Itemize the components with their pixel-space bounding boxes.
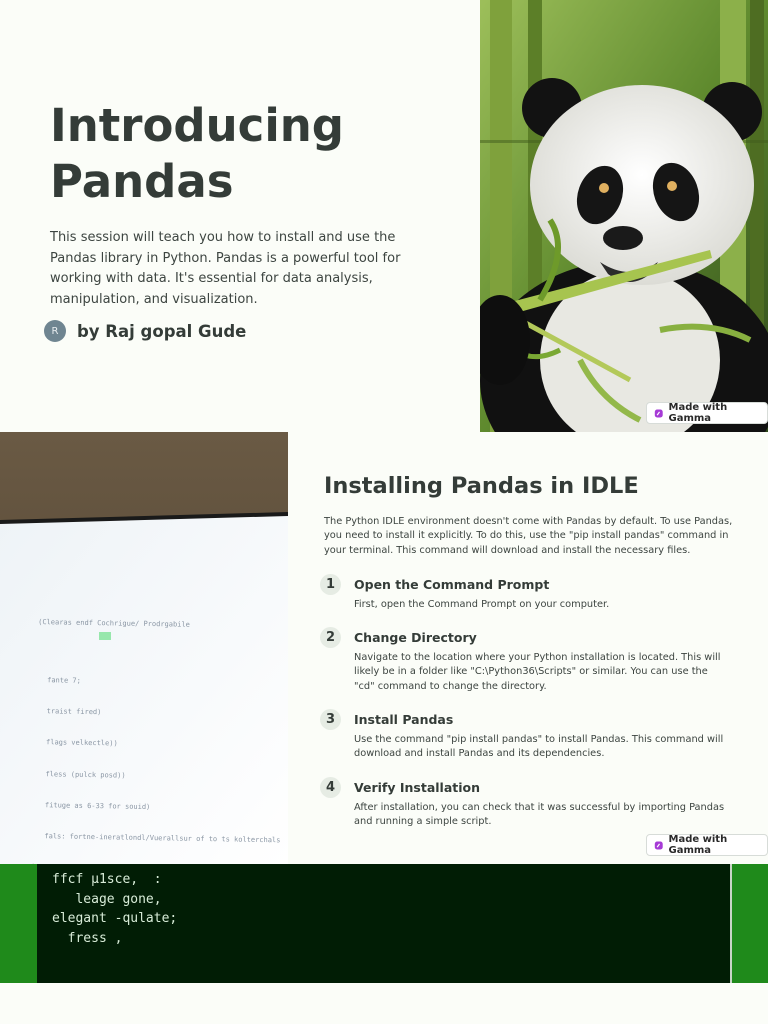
slide-intro-text: The Python IDLE environment doesn't come… [324,516,733,556]
step-description: Navigate to the location where your Pyth… [354,652,721,692]
slide-body-text: This session will teach you how to insta… [50,230,401,307]
avatar: R [44,320,66,342]
step-title: Verify Installation [354,780,481,795]
code-line: fress , [52,931,123,946]
badge-label: Made with Gamma [668,402,728,424]
step-title: Open the Command Prompt [354,577,550,592]
screen-photo: (Clearas endf Cochrigue/ Prodrgabile fan… [0,432,288,864]
code-line: ffcf µ1sce, : [52,872,162,887]
slide-title: Introducing Pandas [50,99,344,208]
badge-label: Made with Gamma [668,834,728,856]
step-description: Use the command "pip install pandas" to … [354,734,724,760]
made-with-gamma-badge[interactable]: Made with Gamma [646,834,768,856]
code-line: leage gone, [52,892,162,907]
terminal-edge [730,864,732,983]
step-description: First, open the Command Prompt on your c… [354,599,610,610]
slide-introducing-pandas: Introducing Pandas This session will tea… [0,0,768,432]
step-number: 1 [320,574,341,595]
screen-line: flags velkectle)) [45,738,118,748]
gamma-logo-icon [654,841,663,849]
step-title: Install Pandas [354,712,454,727]
screen-line: fante 7; [47,676,81,685]
panda-image [480,0,768,432]
made-with-gamma-badge[interactable]: Made with Gamma [646,402,768,424]
slide-title: Installing Pandas in IDLE [324,473,639,499]
panda-illustration-icon [480,0,768,432]
slide-code-terminal: ffcf µ1sce, : leage gone, elegant -qulat… [0,864,768,983]
step-description: After installation, you can check that i… [354,802,725,828]
author-line: R by Raj gopal Gude [44,320,246,342]
screen-line: fituge as 6-33 for souid) [44,800,151,811]
step-title: Change Directory [354,630,477,645]
screen-code: (Clearas endf Cochrigue/ Prodrgabile fan… [11,596,284,864]
step-number: 2 [320,627,341,648]
gamma-logo-icon [654,409,663,417]
screen-line: (Clearas endf Cochrigue/ Prodrgabile [38,617,190,629]
step-number: 3 [320,709,341,730]
code-line: elegant -qulate; [52,911,178,926]
screen-line: fless (pulck posd)) [45,769,126,780]
slide-installing-pandas: (Clearas endf Cochrigue/ Prodrgabile fan… [0,432,768,864]
screen-line: traist fired) [46,707,102,717]
author-name: by Raj gopal Gude [77,321,247,341]
screen-line: fals: fortne-ineratlondl/Vuerallsur of t… [44,832,281,845]
step-number: 4 [320,777,341,798]
